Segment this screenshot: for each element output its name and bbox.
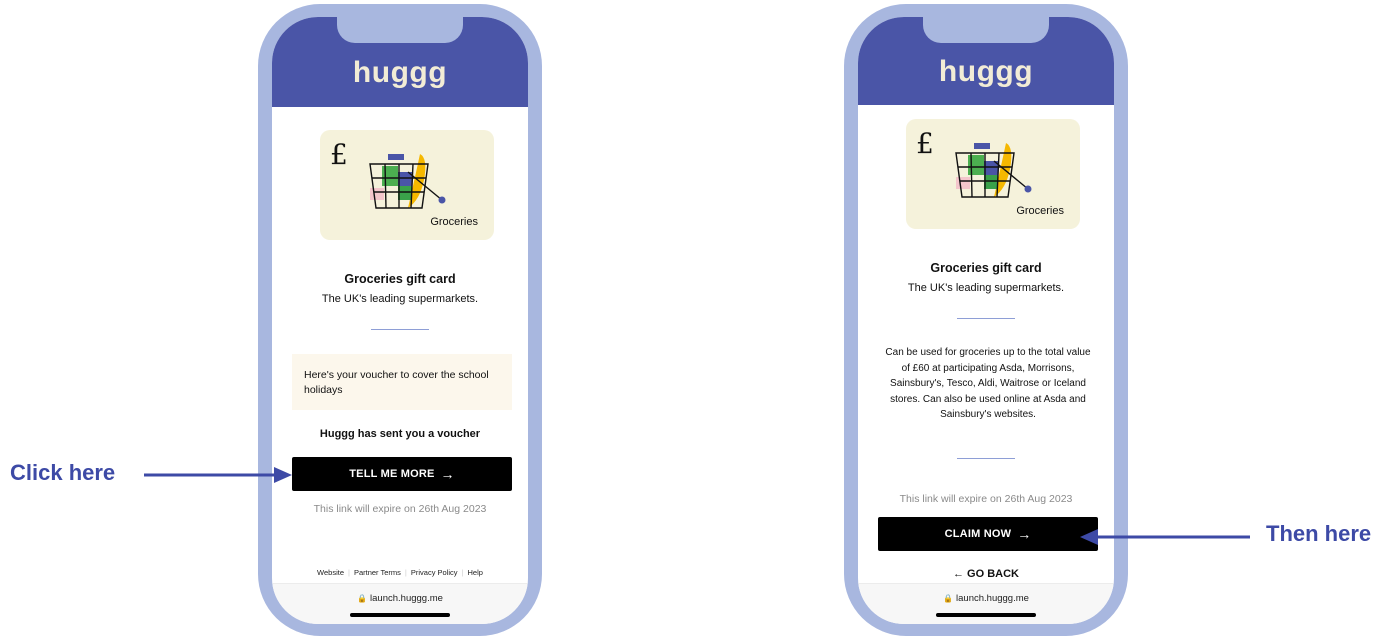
phone-left-screen: huggg £ Groceries Groceries gift card Th… [272,17,528,624]
pound-symbol: £ [916,127,934,160]
shopping-basket-icon [955,143,1032,198]
url-text: launch.huggg.me [370,593,443,604]
huggg-logo: huggg [352,56,448,89]
url-display: 🔒 launch.huggg.me [858,593,1114,604]
phone-left: huggg £ Groceries Groceries gift card Th… [258,4,542,636]
sent-voucher-text: Huggg has sent you a voucher [319,428,481,440]
footer-link-privacy-policy[interactable]: Privacy Policy [407,568,462,577]
gift-card-subtitle: The UK's leading supermarkets. [907,282,1065,294]
annotation-click-here: Click here [10,460,116,485]
url-text: launch.huggg.me [956,593,1029,604]
footer-link-partner-terms[interactable]: Partner Terms [350,568,405,577]
tell-me-more-button[interactable]: TELL ME MORE → [292,457,512,491]
claim-now-label: CLAIM NOW [944,528,1012,540]
phone-right-screen: huggg £ Groceries Groceries gift card Th… [858,17,1114,624]
go-back-link[interactable]: ← GO BACK [858,568,1114,580]
tell-me-more-label: TELL ME MORE [349,468,435,480]
lock-icon: 🔒 [943,594,954,603]
arrow-right-icon: → [1017,526,1032,542]
divider [957,458,1015,459]
card-label: Groceries [1016,205,1064,217]
divider [371,329,429,330]
footer-links: Website | Partner Terms | Privacy Policy | Hel… [272,568,528,577]
lock-icon: 🔒 [357,594,368,603]
groceries-card-image: £ Groceries [320,130,494,240]
home-indicator [350,613,450,617]
expiry-text: This link will expire on 26th Aug 2023 [899,493,1073,505]
phone-right: huggg £ Groceries Groceries gift card Th… [844,4,1128,636]
gift-card-description: Can be used for groceries up to the tota… [885,347,1091,420]
huggg-logo: huggg [938,55,1034,88]
shopping-basket-icon [369,154,446,209]
personal-message: Here's your voucher to cover the school … [292,354,512,410]
divider [957,318,1015,319]
url-display: 🔒 launch.huggg.me [272,593,528,604]
home-indicator [936,613,1036,617]
footer-link-website[interactable]: Website [313,568,348,577]
pound-symbol: £ [330,138,348,171]
browser-url-bar[interactable]: 🔒 launch.huggg.me [272,583,528,624]
arrow-right-icon: → [440,466,455,482]
phone-notch [337,17,463,43]
card-label: Groceries [430,216,478,228]
gift-card-title: Groceries gift card [344,272,456,286]
phone-notch [923,17,1049,43]
gift-card-title: Groceries gift card [930,261,1042,275]
footer-link-help[interactable]: Help [464,568,487,577]
annotation-arrows [144,467,1250,545]
claim-now-button[interactable]: CLAIM NOW → [878,517,1098,551]
groceries-card-image: £ Groceries [906,119,1080,229]
browser-url-bar[interactable]: 🔒 launch.huggg.me [858,583,1114,624]
annotation-then-here: Then here [1266,521,1372,546]
expiry-text: This link will expire on 26th Aug 2023 [313,503,487,515]
gift-card-subtitle: The UK's leading supermarkets. [321,293,479,305]
